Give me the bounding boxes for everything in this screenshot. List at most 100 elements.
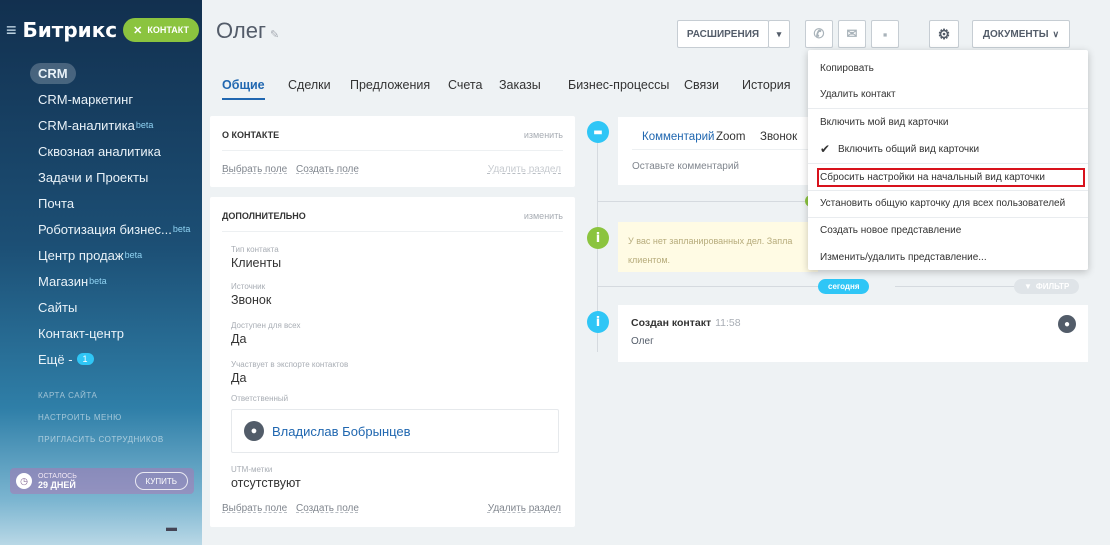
tab-history[interactable]: История xyxy=(742,78,790,92)
sidebar-item-tasks[interactable]: Задачи и Проекты xyxy=(0,164,202,190)
responsible-user-name[interactable]: Владислав Бобрынцев xyxy=(272,424,411,439)
select-field-link[interactable]: Выбрать поле xyxy=(222,164,287,175)
clock-icon: ◷ xyxy=(16,473,32,489)
menu-item-delete-contact[interactable]: Удалить контакт xyxy=(820,84,1084,104)
tab-business-processes[interactable]: Бизнес-процессы xyxy=(568,78,669,92)
filter-button[interactable]: ▼ ФИЛЬТР xyxy=(1014,279,1080,294)
tab-call[interactable]: Звонок xyxy=(760,131,797,143)
tab-quotes[interactable]: Предложения xyxy=(350,78,430,92)
sidebar-item-label: CRM-аналитика xyxy=(38,117,135,133)
tab-orders[interactable]: Заказы xyxy=(499,78,541,92)
divider xyxy=(632,149,812,150)
comment-input[interactable]: Оставьте комментарий xyxy=(632,161,739,172)
chevron-down-icon: ▾ xyxy=(776,28,782,39)
event-contact-name[interactable]: Олег xyxy=(631,336,654,347)
envelope-icon: ✉ xyxy=(846,26,858,41)
tab-general[interactable]: Общие xyxy=(222,78,265,100)
call-button[interactable]: ✆ xyxy=(805,20,833,48)
timeline-divider xyxy=(598,286,818,287)
beta-label: beta xyxy=(89,276,107,286)
beta-label: beta xyxy=(124,250,143,260)
user-avatar-icon: ● xyxy=(244,421,264,441)
invite-employees-link[interactable]: ПРИГЛАСИТЬ СОТРУДНИКОВ xyxy=(0,428,202,450)
delete-section-link[interactable]: Удалить раздел xyxy=(488,164,561,175)
sidebar-item-mail[interactable]: Почта xyxy=(0,190,202,216)
buy-button[interactable]: КУПИТЬ xyxy=(134,472,188,490)
menu-separator xyxy=(808,108,1088,109)
sidebar-item-crm-analytics[interactable]: CRM-аналитика beta xyxy=(0,112,202,138)
field-label-source: Источник xyxy=(231,282,266,291)
sitemap-link[interactable]: КАРТА САЙТА xyxy=(0,384,202,406)
edit-pencil-icon[interactable]: ✎ xyxy=(270,29,279,41)
menu-item-enable-common-view[interactable]: ✔ Включить общий вид карточки xyxy=(820,139,1084,159)
more-count-badge: 1 xyxy=(76,353,94,365)
create-field-link[interactable]: Создать поле xyxy=(296,503,359,514)
field-label-utm: UTM-метки xyxy=(231,465,273,474)
sidebar-item-robotization[interactable]: Роботизация бизнес... beta xyxy=(0,216,202,242)
create-field-link[interactable]: Создать поле xyxy=(296,164,359,175)
tab-invoices[interactable]: Счета xyxy=(448,78,482,92)
extensions-button[interactable]: РАСШИРЕНИЯ xyxy=(677,20,769,48)
field-value-export: Да xyxy=(231,371,247,385)
field-value-available-for-all: Да xyxy=(231,332,247,346)
menu-item-set-common-card[interactable]: Установить общую карточку для всех польз… xyxy=(820,193,1084,213)
tab-zoom[interactable]: Zoom xyxy=(716,131,745,143)
menu-icon[interactable]: ≡ xyxy=(6,20,17,41)
menu-item-edit-view[interactable]: Изменить/удалить представление... xyxy=(820,247,1084,267)
comment-icon: ▬ xyxy=(587,121,609,143)
email-button[interactable]: ✉ xyxy=(838,20,866,48)
sidebar-item-label: Магазин xyxy=(38,273,89,289)
panel-title: О КОНТАКТЕ xyxy=(222,130,280,140)
documents-button[interactable]: ДОКУМЕНТЫ ∨ xyxy=(972,20,1070,48)
field-value-source: Звонок xyxy=(231,293,272,307)
chat-button[interactable]: ▪ xyxy=(871,20,899,48)
edit-link[interactable]: изменить xyxy=(524,211,563,221)
trial-days: 29 ДНЕЙ xyxy=(38,480,76,490)
sidebar-collapse-icon[interactable]: ▬ xyxy=(166,522,177,534)
sidebar-item-label: Ещё - xyxy=(38,351,73,367)
responsible-user[interactable]: ● Владислав Бобрынцев xyxy=(231,409,559,453)
filter-icon: ▼ xyxy=(1024,282,1032,291)
additional-panel: ДОПОЛНИТЕЛЬНО изменить Тип контакта Клие… xyxy=(210,197,575,527)
divider xyxy=(222,231,563,232)
gear-icon: ⚙ xyxy=(937,25,951,42)
menu-item-reset-card-settings[interactable]: Сбросить настройки на начальный вид карт… xyxy=(820,167,1084,187)
menu-item-create-view[interactable]: Создать новое представление xyxy=(820,220,1084,240)
tab-links[interactable]: Связи xyxy=(684,78,719,92)
sidebar: ≡ Битрикс ✕ контакт CRM CRM-маркетинг CR… xyxy=(0,0,202,545)
menu-item-enable-my-view[interactable]: Включить мой вид карточки xyxy=(820,112,1084,132)
sidebar-item-crm-marketing[interactable]: CRM-маркетинг xyxy=(0,86,202,112)
sidebar-item-sites[interactable]: Сайты xyxy=(0,294,202,320)
close-icon[interactable]: ✕ xyxy=(133,24,142,37)
sidebar-item-contact-center[interactable]: Контакт-центр xyxy=(0,320,202,346)
sidebar-item-label: Сайты xyxy=(38,299,78,315)
contact-badge[interactable]: ✕ контакт xyxy=(123,18,199,42)
sidebar-item-shop[interactable]: Магазин beta xyxy=(0,268,202,294)
filter-label: ФИЛЬТР xyxy=(1035,282,1070,291)
checkmark-icon: ✔ xyxy=(820,142,831,156)
delete-section-link[interactable]: Удалить раздел xyxy=(488,503,561,514)
extensions-dropdown-button[interactable]: ▾ xyxy=(768,20,790,48)
panel-title: ДОПОЛНИТЕЛЬНО xyxy=(222,211,306,221)
menu-separator xyxy=(808,163,1088,164)
sidebar-item-sales-center[interactable]: Центр продаж beta xyxy=(0,242,202,268)
page-title: Олег ✎ xyxy=(216,18,279,44)
select-field-link[interactable]: Выбрать поле xyxy=(222,503,287,514)
menu-item-label: Включить общий вид карточки xyxy=(838,143,980,155)
chevron-down-icon: ∨ xyxy=(1052,28,1060,39)
sidebar-item-crm[interactable]: CRM xyxy=(0,60,202,86)
menu-item-copy[interactable]: Копировать xyxy=(820,58,1084,78)
sidebar-item-end-to-end-analytics[interactable]: Сквозная аналитика xyxy=(0,138,202,164)
sidebar-item-more[interactable]: Ещё - 1 xyxy=(0,346,202,372)
today-badge: сегодня xyxy=(818,279,870,294)
tab-comment[interactable]: Комментарий xyxy=(642,131,714,143)
edit-link[interactable]: изменить xyxy=(524,130,563,140)
sidebar-item-label: CRM-маркетинг xyxy=(38,91,134,107)
contact-badge-label: контакт xyxy=(147,25,189,35)
documents-button-label: ДОКУМЕНТЫ xyxy=(982,28,1049,40)
comment-editor: Комментарий Zoom Звонок Оставьте коммент… xyxy=(618,117,818,185)
logo[interactable]: Битрикс xyxy=(23,18,118,42)
configure-menu-link[interactable]: НАСТРОИТЬ МЕНЮ xyxy=(0,406,202,428)
tab-deals[interactable]: Сделки xyxy=(288,78,331,92)
settings-button[interactable]: ⚙ xyxy=(929,20,959,48)
